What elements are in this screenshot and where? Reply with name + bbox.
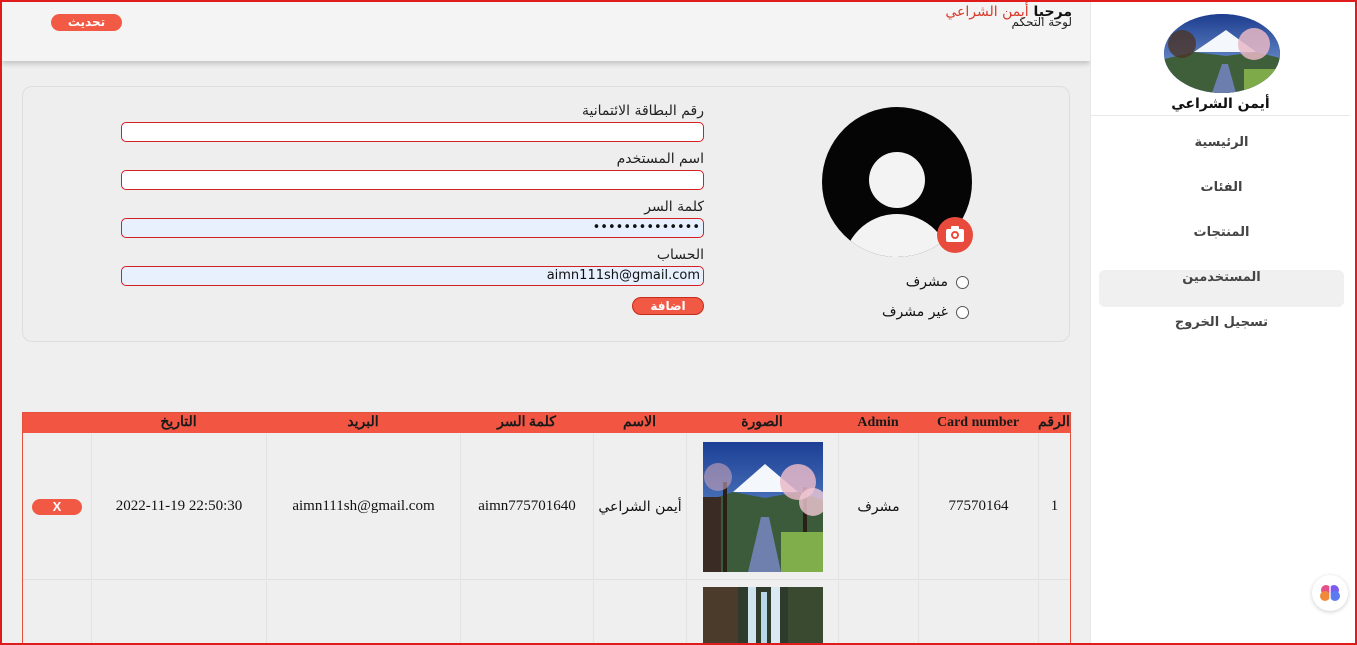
users-table: الرقم Card number Admin الصورة الاسم كلم… xyxy=(22,412,1071,643)
sidebar-divider xyxy=(1091,115,1350,116)
refresh-button[interactable]: تحديث xyxy=(51,14,122,31)
password-input[interactable]: •••••••••••••• xyxy=(121,218,704,238)
cell-date xyxy=(91,581,266,643)
dashboard-label: لوحة التحكم xyxy=(1011,15,1073,29)
radio-admin-label: مشرف xyxy=(905,274,948,290)
cell-delete xyxy=(23,581,91,643)
cell-password: aimn775701640 xyxy=(460,434,593,579)
delete-button[interactable]: X xyxy=(32,498,82,515)
cell-card: 77570164 xyxy=(918,434,1038,579)
username-label: اسم المستخدم xyxy=(616,151,704,167)
card-number-label: رقم البطاقة الائتمانية xyxy=(582,103,704,119)
th-email: البريد xyxy=(347,415,379,430)
th-card: Card number xyxy=(936,415,1020,430)
radio-admin[interactable] xyxy=(956,275,969,289)
radio-not-admin-row[interactable]: غير مشرف xyxy=(882,304,969,320)
sidebar-item-home[interactable]: الرئيسية xyxy=(1099,135,1344,172)
radio-admin-row[interactable]: مشرف xyxy=(906,274,969,290)
th-num: الرقم xyxy=(1038,415,1070,430)
account-label: الحساب xyxy=(656,247,704,263)
sidebar-item-products[interactable]: المنتجات xyxy=(1099,225,1344,262)
cell-password xyxy=(460,581,593,643)
avatar-body xyxy=(843,214,951,257)
main-area: تحديث مرحبا أيمن الشراعي لوحة التحكم رقم… xyxy=(2,2,1090,643)
avatar-head xyxy=(869,152,925,208)
cell-name: أيمن الشراعي xyxy=(593,434,686,579)
cell-card xyxy=(918,581,1038,643)
table-row xyxy=(23,581,1070,643)
radio-not-admin-label: غير مشرف xyxy=(882,304,948,320)
cell-num: 1 xyxy=(1038,434,1070,579)
table-row: 1 77570164 مشرف أيمن الشراعي aimn7757016… xyxy=(23,434,1070,580)
user-photo-thumbnail xyxy=(702,441,823,572)
cell-name xyxy=(593,581,686,643)
password-label: كلمة السر xyxy=(644,199,704,215)
cell-image xyxy=(686,434,838,579)
account-input[interactable]: aimn111sh@gmail.com xyxy=(121,266,704,286)
sidebar-item-categories[interactable]: الفئات xyxy=(1099,180,1344,217)
cell-num xyxy=(1038,581,1070,643)
th-name: الاسم xyxy=(623,415,656,430)
cell-image xyxy=(686,581,838,643)
username-input[interactable] xyxy=(121,170,704,190)
th-password: كلمة السر xyxy=(497,415,556,430)
th-date: التاريخ xyxy=(160,415,197,430)
cell-admin: مشرف xyxy=(838,434,918,579)
sidebar-item-users[interactable]: المستخدمين xyxy=(1099,270,1344,307)
sidebar-user-avatar xyxy=(1164,14,1280,93)
radio-not-admin[interactable] xyxy=(956,305,969,319)
sidebar-user-name: أيمن الشراعي xyxy=(1171,96,1270,112)
cell-admin xyxy=(838,581,918,643)
top-bar: تحديث مرحبا أيمن الشراعي لوحة التحكم xyxy=(2,2,1090,61)
cell-delete: X xyxy=(23,434,91,579)
card-number-input[interactable] xyxy=(121,122,704,142)
brain-icon[interactable] xyxy=(1312,575,1348,611)
camera-icon[interactable] xyxy=(937,217,973,253)
user-photo-thumbnail xyxy=(702,587,823,643)
table-header: الرقم Card number Admin الصورة الاسم كلم… xyxy=(23,413,1070,433)
sidebar-item-logout[interactable]: تسجيل الخروج xyxy=(1099,315,1344,352)
cell-email xyxy=(266,581,460,643)
add-button[interactable]: اضافة xyxy=(632,297,704,315)
th-admin: Admin xyxy=(857,415,899,430)
add-user-card: رقم البطاقة الائتمانية اسم المستخدم كلمة… xyxy=(22,86,1070,342)
cell-date: 2022-11-19 22:50:30 xyxy=(91,434,266,579)
cell-email: aimn111sh@gmail.com xyxy=(266,434,460,579)
th-image: الصورة xyxy=(741,415,783,430)
sidebar: أيمن الشراعي الرئيسية الفئات المنتجات ال… xyxy=(1090,2,1350,643)
